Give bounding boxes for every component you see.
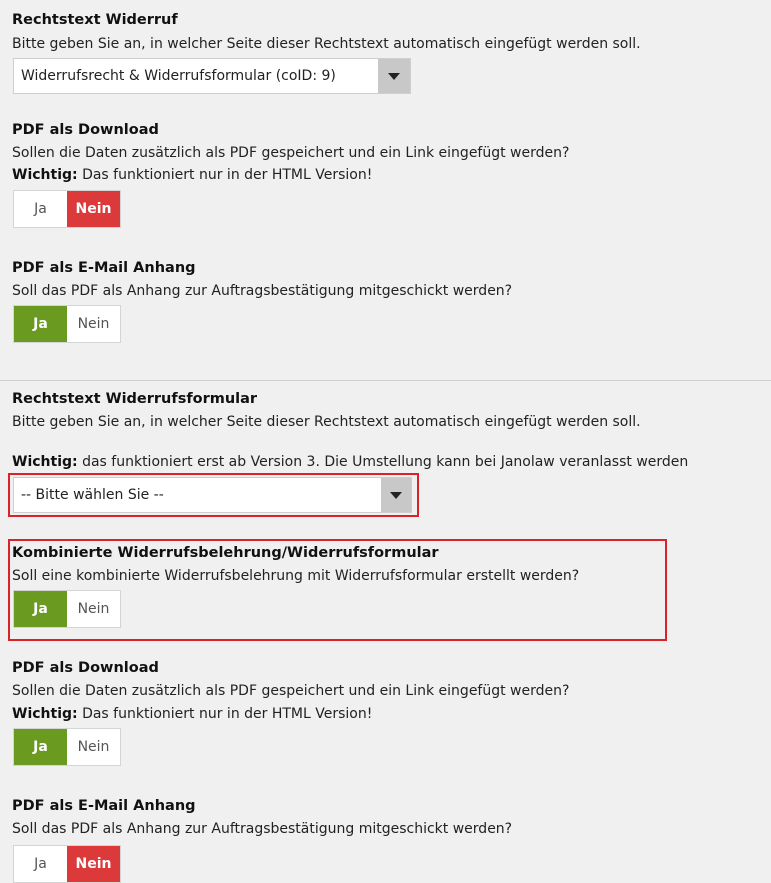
toggle-no[interactable]: Nein — [67, 846, 120, 882]
section-title-kombinierte-widerrufsbelehrung: Kombinierte Widerrufsbelehrung/Widerrufs… — [12, 545, 439, 561]
toggle-no[interactable]: Nein — [67, 591, 120, 627]
section-description: Sollen die Daten zusätzlich als PDF gesp… — [12, 145, 570, 161]
toggle-no[interactable]: Nein — [67, 306, 120, 342]
section-title-pdf-email: PDF als E-Mail Anhang — [12, 260, 196, 276]
pdf-download-toggle[interactable]: Ja Nein — [13, 728, 121, 766]
section-title-pdf-download: PDF als Download — [12, 122, 159, 138]
section-description: Bitte geben Sie an, in welcher Seite die… — [12, 414, 641, 430]
section-note: Wichtig: Das funktioniert nur in der HTM… — [12, 167, 373, 183]
section-title-rechtstext-widerruf: Rechtstext Widerruf — [12, 12, 178, 28]
toggle-yes[interactable]: Ja — [14, 846, 67, 882]
section-divider — [0, 380, 771, 381]
toggle-yes[interactable]: Ja — [14, 191, 67, 227]
toggle-no[interactable]: Nein — [67, 729, 120, 765]
section-note: Wichtig: das funktioniert erst ab Versio… — [12, 454, 689, 470]
widerrufsformular-page-select[interactable]: -- Bitte wählen Sie -- — [13, 477, 412, 513]
section-description: Soll das PDF als Anhang zur Auftragsbest… — [12, 283, 513, 299]
select-value: -- Bitte wählen Sie -- — [21, 487, 164, 503]
section-description: Bitte geben Sie an, in welcher Seite die… — [12, 36, 641, 52]
toggle-yes[interactable]: Ja — [14, 306, 67, 342]
chevron-down-icon[interactable] — [381, 478, 411, 512]
section-description: Soll eine kombinierte Widerrufsbelehrung… — [12, 568, 580, 584]
pdf-email-toggle[interactable]: Ja Nein — [13, 845, 121, 883]
section-description: Sollen die Daten zusätzlich als PDF gesp… — [12, 683, 570, 699]
select-value: Widerrufsrecht & Widerrufsformular (coID… — [21, 68, 336, 84]
section-title-pdf-download: PDF als Download — [12, 660, 159, 676]
section-title-rechtstext-widerrufsformular: Rechtstext Widerrufsformular — [12, 391, 258, 407]
toggle-yes[interactable]: Ja — [14, 729, 67, 765]
pdf-email-toggle[interactable]: Ja Nein — [13, 305, 121, 343]
chevron-down-icon[interactable] — [378, 59, 410, 93]
section-note: Wichtig: Das funktioniert nur in der HTM… — [12, 706, 373, 722]
section-description: Soll das PDF als Anhang zur Auftragsbest… — [12, 821, 513, 837]
kombiniert-toggle[interactable]: Ja Nein — [13, 590, 121, 628]
toggle-no[interactable]: Nein — [67, 191, 120, 227]
pdf-download-toggle[interactable]: Ja Nein — [13, 190, 121, 228]
toggle-yes[interactable]: Ja — [14, 591, 67, 627]
widerruf-page-select[interactable]: Widerrufsrecht & Widerrufsformular (coID… — [13, 58, 411, 94]
section-title-pdf-email: PDF als E-Mail Anhang — [12, 798, 196, 814]
